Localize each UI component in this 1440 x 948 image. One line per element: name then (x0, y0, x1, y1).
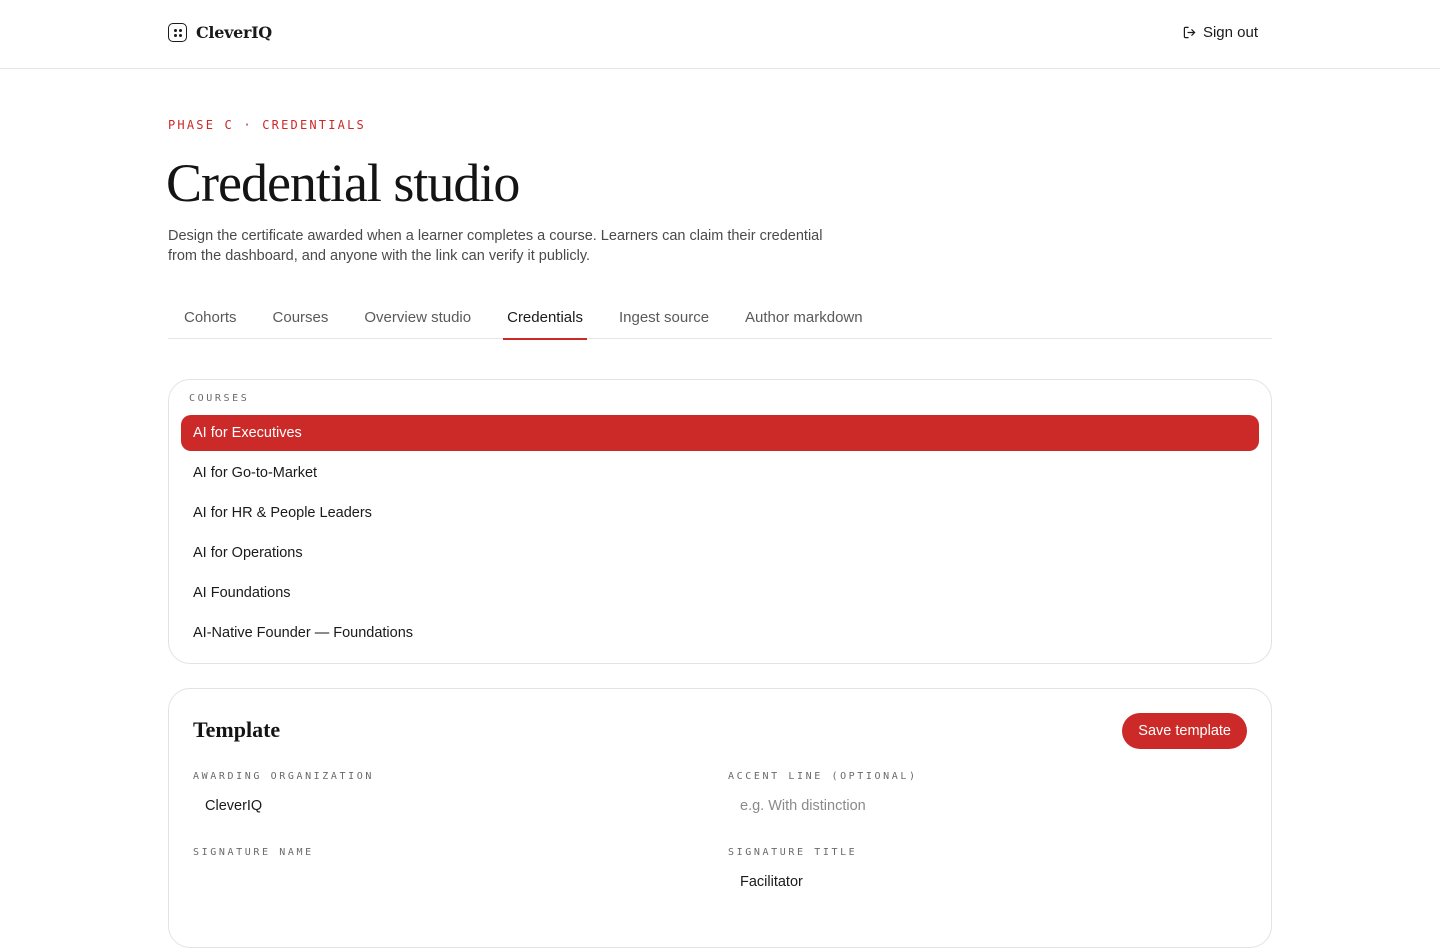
template-title: Template (193, 717, 281, 742)
accent-line-field-group: ACCENT LINE (OPTIONAL) (728, 771, 1248, 816)
signature-title-input[interactable] (728, 872, 1248, 892)
sign-out-button[interactable]: Sign out (1183, 24, 1258, 41)
section-eyebrow: PHASE C · CREDENTIALS (168, 118, 366, 132)
page-description: Design the certificate awarded when a le… (168, 228, 823, 264)
tab-overview-studio[interactable]: Overview studio (348, 300, 487, 339)
top-bar: CleverIQ Sign out (0, 0, 1440, 69)
course-item-ai-for-hr-people-leaders[interactable]: AI for HR & People Leaders (181, 495, 1259, 531)
brand-logo[interactable]: CleverIQ (168, 23, 272, 42)
page-title: Credential studio (166, 153, 520, 213)
sign-out-icon (1183, 26, 1196, 39)
awarding-organization-field-group: AWARDING ORGANIZATION (193, 771, 713, 816)
signature-name-label: SIGNATURE NAME (193, 847, 314, 858)
sign-out-label: Sign out (1202, 24, 1258, 41)
save-template-button[interactable]: Save template (1122, 713, 1247, 749)
course-item-ai-for-go-to-market[interactable]: AI for Go-to-Market (181, 455, 1259, 491)
brand-name: CleverIQ (196, 23, 272, 42)
signature-title-label: SIGNATURE TITLE (728, 847, 858, 858)
awarding-organization-label: AWARDING ORGANIZATION (193, 771, 375, 782)
course-item-ai-for-operations[interactable]: AI for Operations (181, 535, 1259, 571)
tab-ingest-source[interactable]: Ingest source (603, 300, 725, 339)
tab-author-markdown[interactable]: Author markdown (729, 300, 879, 339)
tab-courses[interactable]: Courses (257, 300, 345, 339)
tab-credentials[interactable]: Credentials (491, 300, 599, 340)
course-item-ai-for-executives[interactable]: AI for Executives (181, 415, 1259, 451)
courses-label: COURSES (189, 393, 250, 404)
tab-cohorts[interactable]: Cohorts (168, 300, 253, 339)
course-list: AI for Executives AI for Go-to-Market AI… (181, 415, 1259, 655)
accent-line-input[interactable] (728, 796, 1248, 816)
course-item-ai-foundations[interactable]: AI Foundations (181, 575, 1259, 611)
signature-name-input[interactable] (193, 872, 713, 892)
accent-line-label: ACCENT LINE (OPTIONAL) (728, 771, 918, 782)
section-tabs: Cohorts Courses Overview studio Credenti… (168, 300, 1272, 340)
brand-grid-icon (168, 23, 187, 42)
course-item-ai-native-founder[interactable]: AI-Native Founder — Foundations (181, 615, 1259, 651)
awarding-organization-input[interactable] (193, 796, 713, 816)
signature-name-field-group: SIGNATURE NAME (193, 847, 713, 892)
courses-panel: COURSES AI for Executives AI for Go-to-M… (168, 379, 1272, 664)
template-panel: Template Save template AWARDING ORGANIZA… (168, 688, 1272, 948)
signature-title-field-group: SIGNATURE TITLE (728, 847, 1248, 892)
